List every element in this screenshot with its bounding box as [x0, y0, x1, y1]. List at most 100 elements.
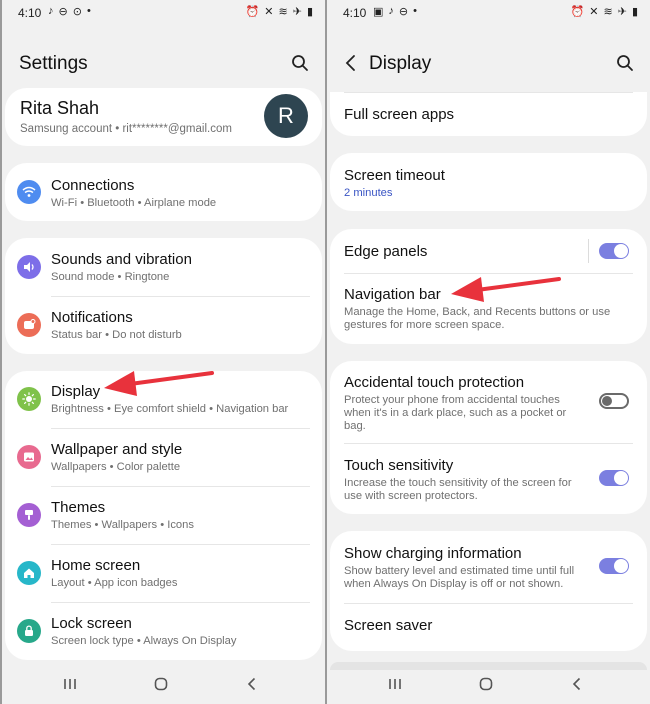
account-detail: Samsung account • rit********@gmail.com [20, 123, 232, 135]
settings-item-subtitle: Brightness • Eye comfort shield • Naviga… [51, 403, 289, 415]
avatar[interactable]: R [264, 94, 308, 138]
sun-icon [17, 387, 41, 411]
display-group-card: Display Brightness • Eye comfort shield … [5, 371, 322, 660]
settings-item-screen-saver[interactable]: Screen saver [330, 603, 647, 649]
settings-item-subtitle: Protect your phone from accidental touch… [344, 394, 567, 432]
wifi-status-icon: ≋ [278, 6, 288, 18]
edge-panels-toggle[interactable] [599, 243, 629, 259]
screen-timeout-card: Screen timeout 2 minutes [330, 153, 647, 211]
touch-card: Accidental touch protection Protect your… [330, 361, 647, 514]
recents-icon[interactable] [62, 676, 78, 692]
settings-item-title: Navigation bar [344, 286, 441, 303]
settings-item-subtitle: Wi-Fi • Bluetooth • Airplane mode [51, 197, 217, 209]
account-card[interactable]: Rita Shah Samsung account • rit********@… [5, 88, 322, 146]
status-bar: 4:10 ♪ ⊖ ⊙ • ⏰ ✕ ≋ ✈ ▮ [2, 0, 325, 26]
settings-item-title: Display [51, 383, 101, 400]
wifi-icon [17, 180, 41, 204]
red-arrow-annotation [451, 277, 561, 302]
account-name: Rita Shah [20, 98, 100, 118]
status-bar: 4:10 ▣ ♪ ⊖ • ⏰ ✕ ≋ ✈ ▮ [327, 0, 650, 26]
lock-icon [17, 619, 41, 643]
bell-icon [17, 313, 41, 337]
settings-item-themes[interactable]: Themes Themes • Wallpapers • Icons [5, 486, 322, 544]
system-nav-bar [327, 664, 650, 704]
back-icon[interactable] [244, 676, 260, 692]
system-nav-bar [2, 664, 325, 704]
divider-vertical [588, 239, 589, 263]
status-notification-icons: ♪ ⊖ ⊙ • [48, 5, 91, 18]
settings-item-title: Lock screen [51, 615, 132, 632]
settings-item-subtitle: Sound mode • Ringtone [51, 271, 170, 283]
page-title: Settings [19, 53, 88, 74]
settings-item-charging-info[interactable]: Show charging information Show battery l… [330, 531, 647, 603]
settings-item-title: Screen timeout [344, 167, 445, 184]
settings-item-subtitle: Layout • App icon badges [51, 577, 178, 589]
status-system-icons: ⏰ ✕ ≋ ✈ ▮ [571, 5, 638, 18]
battery-icon: ▮ [631, 6, 638, 18]
settings-item-title: Show charging information [344, 545, 522, 562]
alarm-clock-icon: ⏰ [245, 6, 260, 18]
home-button-icon[interactable] [478, 676, 494, 692]
home-button-icon[interactable] [153, 676, 169, 692]
settings-item-lock-screen[interactable]: Lock screen Screen lock type • Always On… [5, 602, 322, 660]
dot-icon: • [413, 5, 417, 17]
status-time: 4:10 [18, 6, 42, 20]
display-settings-screen: 4:10 ▣ ♪ ⊖ • ⏰ ✕ ≋ ✈ ▮ Display Full scre… [327, 0, 650, 704]
search-icon[interactable] [291, 54, 309, 72]
charging-card: Show charging information Show battery l… [330, 531, 647, 651]
page-title: Display [369, 53, 432, 74]
settings-item-subtitle: Themes • Wallpapers • Icons [51, 519, 194, 531]
app-bar: Display [327, 44, 650, 84]
mute-icon: ✕ [264, 6, 274, 18]
settings-item-touch-sensitivity[interactable]: Touch sensitivity Increase the touch sen… [330, 443, 647, 514]
settings-item-subtitle: Show battery level and estimated time un… [344, 565, 575, 590]
settings-item-title: Themes [51, 499, 106, 516]
status-notification-icons: ▣ ♪ ⊖ • [373, 5, 417, 18]
wifi-status-icon: ≋ [603, 6, 613, 18]
settings-item-title: Screen saver [344, 617, 433, 634]
settings-item-value: 2 minutes [344, 187, 393, 199]
settings-item-title: Sounds and vibration [51, 251, 192, 268]
settings-item-title: Touch sensitivity [344, 457, 454, 474]
settings-item-title: Accidental touch protection [344, 374, 525, 391]
settings-item-wallpaper[interactable]: Wallpaper and style Wallpapers • Color p… [5, 428, 322, 486]
back-icon[interactable] [569, 676, 585, 692]
airplane-icon: ✈ [292, 6, 302, 18]
notification-icon: ♪ [388, 5, 394, 17]
dnd-icon: ⊖ [58, 6, 68, 18]
settings-item-notifications[interactable]: Notifications Status bar • Do not distur… [5, 296, 322, 354]
home-icon [17, 561, 41, 585]
settings-item-title: Home screen [51, 557, 141, 574]
dot-icon: • [86, 5, 91, 17]
settings-item-full-screen-apps[interactable]: Full screen apps [330, 92, 647, 136]
settings-item-connections[interactable]: Connections Wi-Fi • Bluetooth • Airplane… [5, 163, 322, 221]
settings-item-sounds[interactable]: Sounds and vibration Sound mode • Ringto… [5, 238, 322, 296]
full-screen-apps-card: Full screen apps [330, 92, 647, 136]
alarm-icon: ⊙ [72, 6, 82, 18]
settings-item-subtitle: Screen lock type • Always On Display [51, 635, 237, 647]
mute-icon: ✕ [589, 6, 599, 18]
alarm-clock-icon: ⏰ [570, 6, 585, 18]
accidental-touch-toggle[interactable] [599, 393, 629, 409]
dnd-icon: ⊖ [398, 6, 409, 18]
search-icon[interactable] [616, 54, 634, 72]
brush-icon [17, 503, 41, 527]
settings-item-title: Full screen apps [344, 106, 455, 123]
settings-screen: 4:10 ♪ ⊖ ⊙ • ⏰ ✕ ≋ ✈ ▮ Settings Rita Sha… [2, 0, 325, 704]
volume-icon [17, 255, 41, 279]
settings-item-edge-panels[interactable]: Edge panels [330, 229, 647, 273]
settings-item-subtitle: Wallpapers • Color palette [51, 461, 181, 473]
back-arrow-icon[interactable] [343, 54, 359, 72]
app-bar: Settings [2, 44, 325, 84]
gallery-notification-icon: ▣ [373, 6, 384, 18]
settings-item-screen-timeout[interactable]: Screen timeout 2 minutes [330, 153, 647, 211]
status-system-icons: ⏰ ✕ ≋ ✈ ▮ [246, 5, 313, 18]
settings-item-title: Wallpaper and style [51, 441, 183, 458]
touch-sensitivity-toggle[interactable] [599, 470, 629, 486]
settings-item-subtitle: Status bar • Do not disturb [51, 329, 182, 341]
recents-icon[interactable] [387, 676, 403, 692]
settings-item-subtitle: Increase the touch sensitivity of the sc… [344, 477, 572, 502]
settings-item-accidental-touch[interactable]: Accidental touch protection Protect your… [330, 361, 647, 443]
settings-item-home-screen[interactable]: Home screen Layout • App icon badges [5, 544, 322, 602]
charging-info-toggle[interactable] [599, 558, 629, 574]
